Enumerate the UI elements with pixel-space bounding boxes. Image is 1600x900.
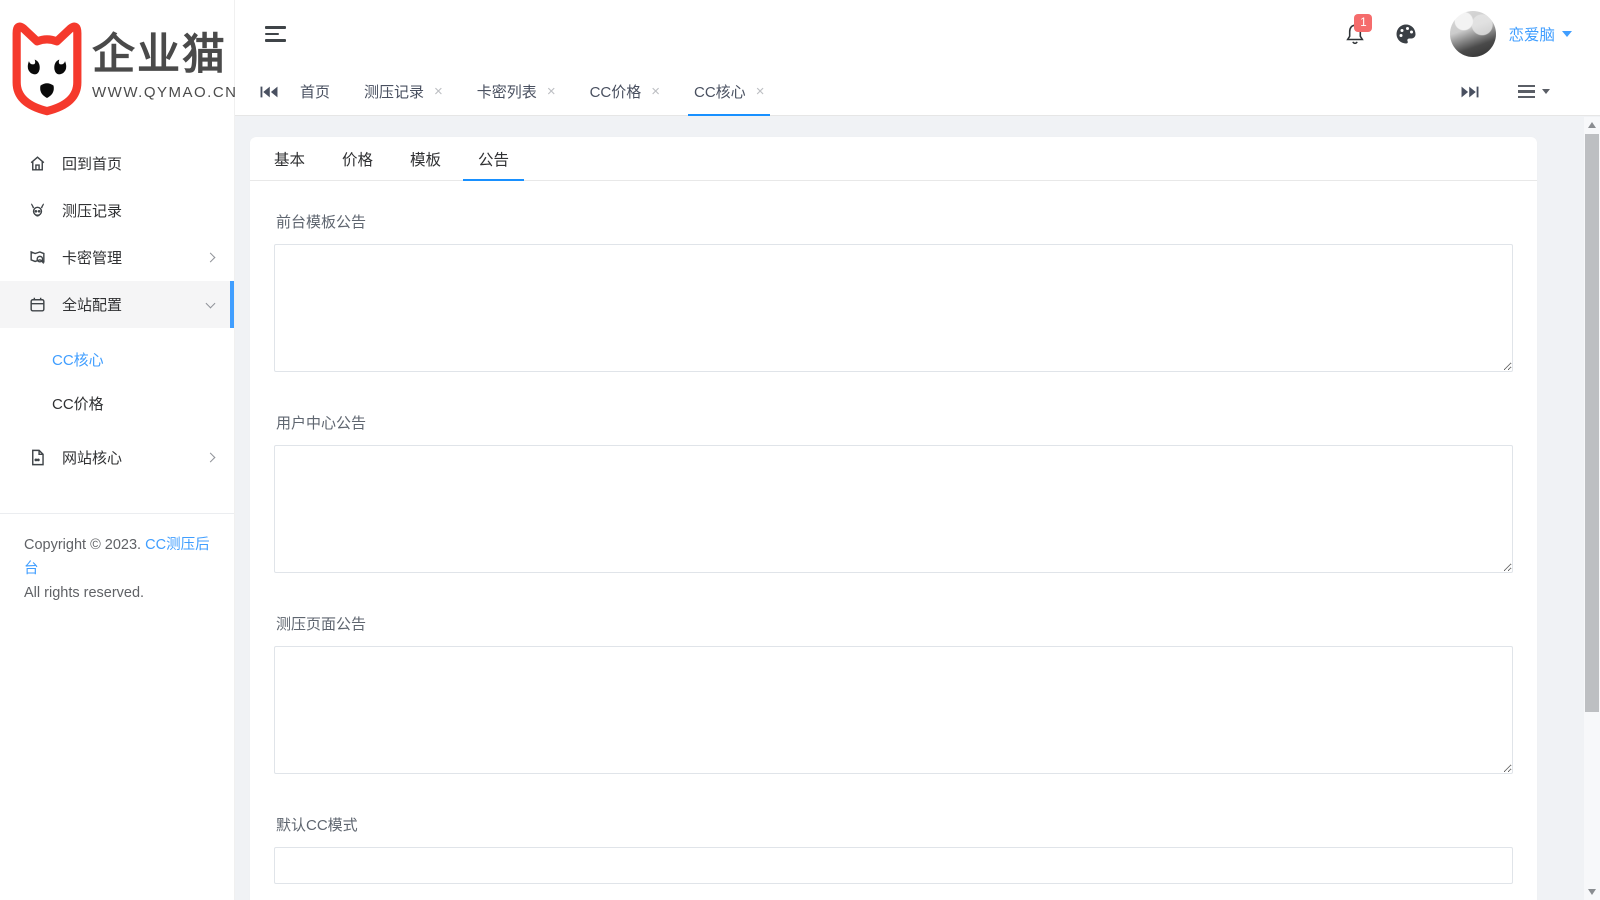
tab-label: 价格 — [342, 151, 374, 169]
field-label-user-center-announcement: 用户中心公告 — [276, 415, 367, 432]
menu-lines-icon — [1518, 82, 1535, 101]
page-tab-home[interactable]: 首页 — [283, 68, 347, 115]
sidebar-subitem-cc-price[interactable]: CC价格 — [0, 381, 234, 425]
bug-icon — [27, 201, 47, 221]
tab-label: 公告 — [478, 151, 510, 169]
tab-announcement[interactable]: 公告 — [463, 137, 525, 181]
close-icon[interactable] — [756, 84, 765, 99]
page-tab-label: CC核心 — [694, 84, 746, 101]
sidebar-item-label: 全站配置 — [62, 297, 123, 314]
field-label-front-template-announcement: 前台模板公告 — [276, 214, 367, 231]
notification-badge: 1 — [1354, 14, 1373, 32]
tabs-options-menu[interactable] — [1514, 82, 1554, 101]
tab-price[interactable]: 价格 — [342, 137, 373, 180]
page-tab-label: 测压记录 — [364, 84, 425, 101]
scrollbar-up-arrow[interactable] — [1584, 117, 1600, 133]
topbar: 1 恋爱脑 — [235, 0, 1600, 68]
settings-tabs: 基本 价格 模板 公告 — [250, 137, 1537, 181]
page-tab-card-list[interactable]: 卡密列表 — [460, 68, 573, 115]
field-label-test-page-announcement: 测压页面公告 — [276, 616, 367, 633]
sidebar-collapse-icon[interactable] — [265, 22, 286, 46]
default-cc-mode-input[interactable] — [274, 847, 1513, 884]
cat-logo-icon — [6, 14, 88, 118]
page-tab-label: 卡密列表 — [476, 84, 537, 101]
theme-palette-icon[interactable] — [1394, 22, 1418, 46]
close-icon[interactable] — [547, 84, 556, 99]
sidebar-item-label: 测压记录 — [62, 203, 123, 220]
user-caret-icon — [1562, 31, 1572, 37]
tab-label: 模板 — [410, 151, 442, 169]
sidebar-item-website-core[interactable]: 网站核心 — [0, 434, 234, 481]
chevron-down-icon — [205, 298, 216, 308]
home-icon — [27, 154, 47, 174]
field-label-default-cc-mode: 默认CC模式 — [276, 817, 358, 834]
brand-text: 企业猫 WWW.QYMAO.CN — [92, 31, 238, 101]
front-template-announcement-textarea[interactable] — [274, 244, 1513, 372]
content-area: 基本 价格 模板 公告 前台模板公告 用户中心公告 测压页面公告 默认CC模式 — [235, 116, 1600, 900]
sidebar-item-home[interactable]: 回到首页 — [0, 140, 234, 187]
username-label: 恋爱脑 — [1508, 27, 1555, 44]
brand-logo[interactable]: 企业猫 WWW.QYMAO.CN — [0, 0, 236, 128]
settings-card: 基本 价格 模板 公告 前台模板公告 用户中心公告 测压页面公告 默认CC模式 — [250, 137, 1537, 900]
copyright-prefix: Copyright © 2023. — [24, 537, 142, 553]
chevron-right-icon — [205, 452, 216, 463]
menu-caret-icon — [1542, 89, 1550, 94]
brand-website: WWW.QYMAO.CN — [92, 84, 238, 102]
main-area: 1 恋爱脑 首页 测压记录 × 卡密列表 × CC价格 × CC核心 × 基本 … — [235, 0, 1600, 900]
announcement-form: 前台模板公告 用户中心公告 测压页面公告 默认CC模式 对接CCapi — [274, 181, 1513, 900]
notification-bell[interactable]: 1 — [1344, 14, 1373, 46]
scroll-tabs-right-icon[interactable] — [1456, 84, 1484, 100]
sidebar-item-label: 卡密管理 — [62, 250, 123, 267]
sidebar-item-records[interactable]: 测压记录 — [0, 187, 234, 234]
sidebar: 企业猫 WWW.QYMAO.CN 回到首页 测压记录 卡密管理 全站配置 CC核… — [0, 0, 236, 900]
tab-basic[interactable]: 基本 — [274, 137, 305, 180]
page-tabs-bar: 首页 测压记录 卡密列表 CC价格 CC核心 — [235, 68, 1600, 116]
scroll-tabs-left-icon[interactable] — [255, 84, 283, 100]
scrollbar-down-arrow[interactable] — [1584, 884, 1600, 900]
page-tab-cc-core[interactable]: CC核心 — [677, 68, 781, 116]
sidebar-item-card-management[interactable]: 卡密管理 — [0, 234, 234, 281]
close-icon[interactable] — [651, 84, 660, 99]
page-tab-records[interactable]: 测压记录 — [347, 68, 460, 115]
tab-template[interactable]: 模板 — [410, 137, 441, 180]
sidebar-item-label: 回到首页 — [62, 156, 123, 173]
document-icon — [27, 448, 47, 468]
sidebar-item-site-config[interactable]: 全站配置 — [0, 281, 234, 328]
copyright-suffix: All rights reserved. — [24, 584, 145, 601]
scrollbar-thumb[interactable] — [1585, 134, 1599, 712]
user-avatar[interactable] — [1450, 11, 1497, 57]
sidebar-menu: 回到首页 测压记录 卡密管理 全站配置 CC核心 CC价格 网站核心 — [0, 140, 234, 481]
calendar-icon — [27, 295, 47, 315]
cards-search-icon — [27, 248, 47, 268]
sidebar-subitem-label: CC价格 — [52, 395, 104, 413]
page-tab-cc-price[interactable]: CC价格 — [573, 68, 677, 115]
user-center-announcement-textarea[interactable] — [274, 445, 1513, 573]
sidebar-subitem-cc-core[interactable]: CC核心 — [0, 337, 234, 381]
page-scrollbar[interactable] — [1584, 117, 1600, 900]
tab-label: 基本 — [274, 151, 306, 169]
page-tab-label: 首页 — [300, 84, 331, 101]
test-page-announcement-textarea[interactable] — [274, 646, 1513, 774]
user-menu[interactable]: 恋爱脑 — [1508, 23, 1572, 45]
sidebar-subitem-label: CC核心 — [52, 351, 104, 369]
chevron-right-icon — [205, 252, 216, 263]
page-tab-label: CC价格 — [589, 84, 642, 101]
copyright: Copyright © 2023. CC测压后台 All rights rese… — [0, 514, 234, 626]
sidebar-item-label: 网站核心 — [62, 450, 123, 467]
brand-name: 企业猫 — [92, 30, 227, 79]
close-icon[interactable] — [434, 84, 443, 99]
